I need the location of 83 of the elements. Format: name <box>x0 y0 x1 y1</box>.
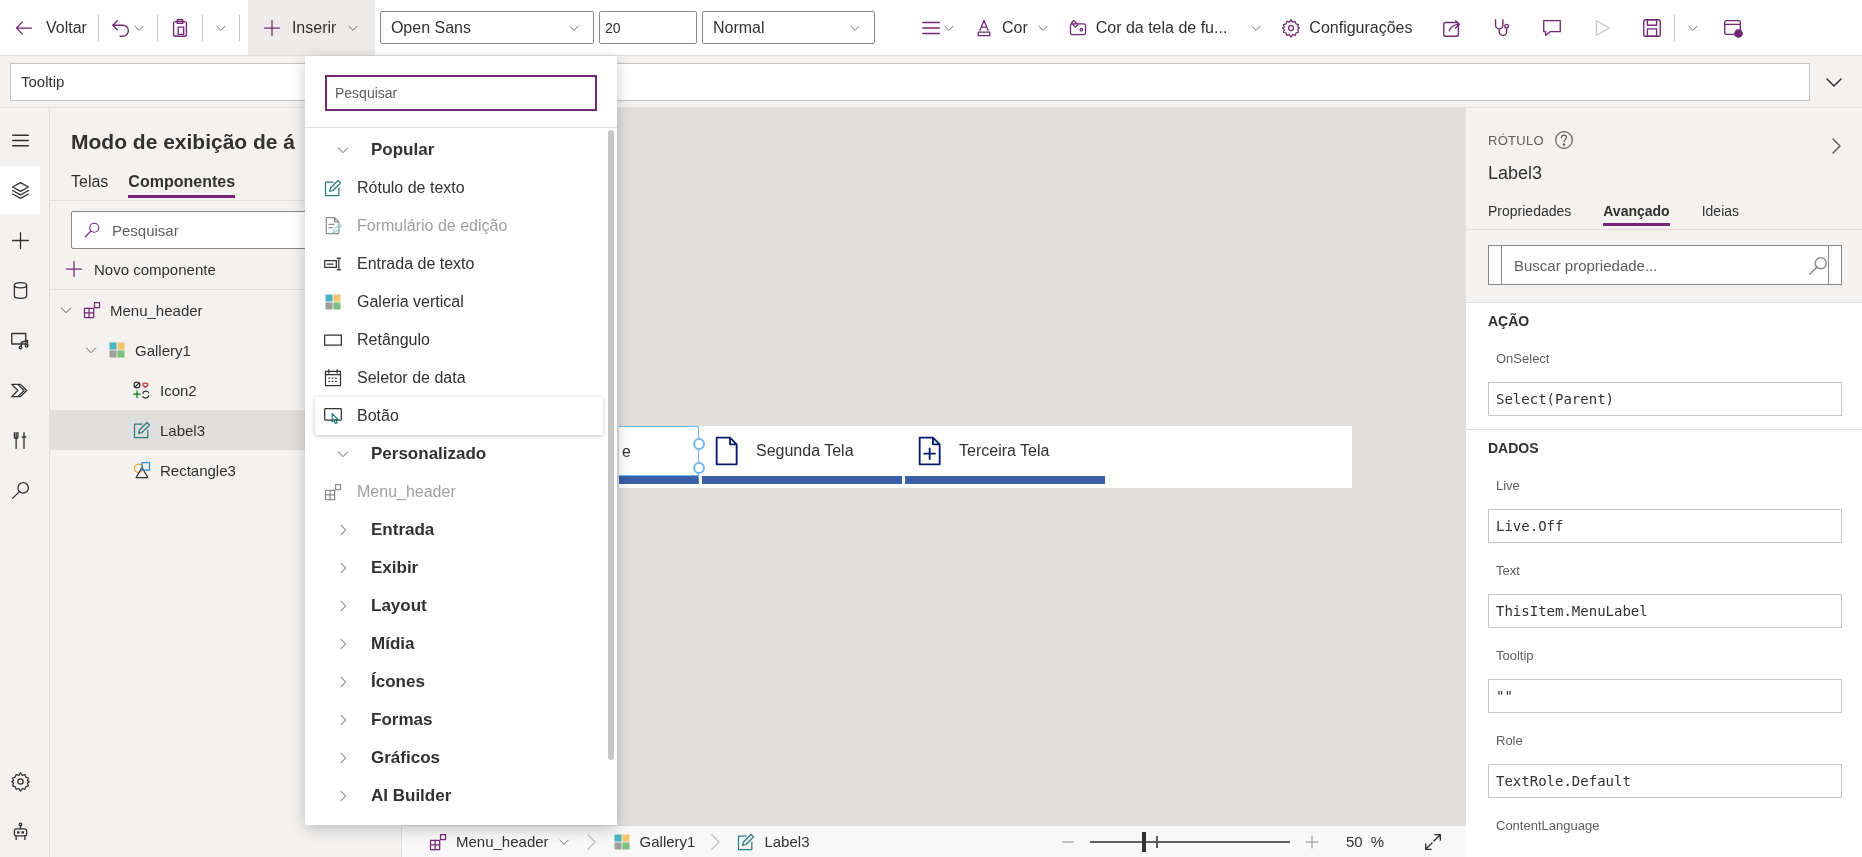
text-color-button[interactable]: Cor <box>973 7 1050 48</box>
plus-icon <box>261 17 282 38</box>
formula-field[interactable]: Select(Parent) <box>1488 382 1842 416</box>
search-field[interactable]: Pesquisar <box>325 75 597 111</box>
tab[interactable]: Propriedades <box>1488 198 1572 226</box>
breadcrumb-item[interactable]: Menu_header <box>422 831 577 852</box>
grid-icon <box>107 340 127 360</box>
search-icon <box>9 479 31 501</box>
formula-field[interactable]: ThisItem.MenuLabel <box>1488 594 1842 628</box>
pointer-icon <box>323 406 343 426</box>
menu-item[interactable]: Galeria vertical <box>305 283 603 321</box>
category-header[interactable]: Ícones <box>305 663 603 701</box>
section-title: AÇÃO <box>1488 312 1531 331</box>
settings-icon <box>9 770 31 792</box>
pencil-square-icon <box>323 178 343 198</box>
category-header[interactable]: Layout <box>305 587 603 625</box>
category-header[interactable]: Popular <box>305 131 603 169</box>
insert-button[interactable]: Inserir <box>247 0 375 55</box>
fill-icon <box>1067 17 1088 38</box>
formula-field[interactable]: TextRole.Default <box>1488 764 1842 798</box>
squares-icon <box>428 831 448 852</box>
nav-item[interactable]: Segunda Tela <box>702 426 902 484</box>
font-dropdown[interactable]: Open Sans <box>379 11 594 44</box>
background-color-button[interactable]: Cor da tela de fu... <box>1067 7 1264 48</box>
tab[interactable]: Ideias <box>1701 198 1740 226</box>
settings-button[interactable]: Configurações <box>1281 7 1413 48</box>
squares-icon <box>323 482 343 502</box>
category-header[interactable]: AI Builder <box>305 777 603 815</box>
resize-handle[interactable] <box>693 462 705 474</box>
menu-item[interactable]: Rótulo de texto <box>305 169 603 207</box>
plus-icon <box>64 259 84 279</box>
nav-item[interactable]: Terceira Tela <box>905 426 1105 484</box>
breadcrumb-item[interactable]: Gallery1 <box>605 831 702 852</box>
section-title: DADOS <box>1488 439 1540 458</box>
category-header[interactable]: Formas <box>305 701 603 739</box>
shapes-icon <box>132 380 152 400</box>
property-label: Text <box>1496 562 1521 580</box>
help-icon[interactable] <box>1554 130 1574 150</box>
save-icon[interactable] <box>1640 16 1663 39</box>
category-header[interactable]: Exibir <box>305 549 603 587</box>
menu-item[interactable]: Retângulo <box>305 321 603 359</box>
squares-icon <box>82 300 102 320</box>
search-icon <box>83 221 101 239</box>
menu-item[interactable]: Seletor de data <box>305 359 603 397</box>
category-header[interactable]: Gráficos <box>305 739 603 777</box>
formula-field[interactable]: "" <box>1488 679 1842 713</box>
scrollbar[interactable] <box>608 130 614 760</box>
layers-button[interactable] <box>0 166 40 214</box>
property-label: Live <box>1496 477 1521 495</box>
property-label: Tooltip <box>1496 647 1535 665</box>
layers-icon <box>9 179 31 201</box>
calendar-icon <box>323 368 343 388</box>
pencil-square-icon <box>736 831 757 852</box>
property-label: Role <box>1496 732 1524 750</box>
resize-handle[interactable] <box>693 438 705 450</box>
grid-icon <box>323 292 343 312</box>
settings-icon <box>1281 17 1302 38</box>
back-button[interactable]: Voltar <box>0 7 87 48</box>
search-field[interactable]: Buscar propriedade... <box>1501 245 1829 285</box>
formula-field[interactable]: Live.Off <box>1488 509 1842 543</box>
category-header[interactable]: Entrada <box>305 511 603 549</box>
font-size-field[interactable]: 20 <box>598 11 697 44</box>
separator-chevron-icon <box>711 833 721 850</box>
zoom-unit: % <box>1370 833 1384 850</box>
breadcrumb-item[interactable]: Label3 <box>730 831 816 852</box>
tab[interactable]: Telas <box>71 168 109 198</box>
slider-thumb[interactable] <box>1141 831 1146 852</box>
category-header[interactable]: Mídia <box>305 625 603 663</box>
tab[interactable]: Avançado <box>1603 198 1670 226</box>
property-label: ContentLanguage <box>1496 817 1601 835</box>
control-type: RÓTULO <box>1488 132 1544 148</box>
zoom-value: 50 <box>1345 833 1363 850</box>
document-pencil-icon <box>323 216 343 236</box>
font-weight-dropdown[interactable]: Normal <box>701 11 875 44</box>
property-label: OnSelect <box>1496 350 1551 368</box>
pencil-square-icon <box>132 420 152 440</box>
separator-chevron-icon <box>586 833 596 850</box>
search-icon <box>1807 255 1829 277</box>
control-name: Label3 <box>1487 162 1544 185</box>
circle-triangle-icon <box>132 460 152 480</box>
new-component-button[interactable]: Novo componente <box>64 249 216 289</box>
tab[interactable]: Componentes <box>128 168 236 198</box>
plus-icon <box>9 229 31 251</box>
